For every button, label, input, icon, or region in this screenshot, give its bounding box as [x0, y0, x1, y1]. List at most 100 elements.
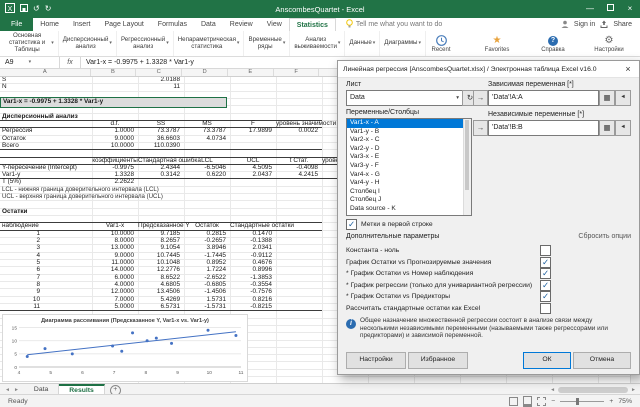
ribbon-group-dropdown[interactable]: Основная статистика и Таблицы▾: [0, 31, 59, 56]
list-scroll-thumb[interactable]: [465, 120, 469, 190]
sheet-cell[interactable]: 0.4676: [231, 259, 272, 266]
ribbon-tab-data[interactable]: Data: [194, 18, 223, 31]
independent-variable-field[interactable]: 'Data'!B:B: [488, 120, 599, 136]
sheet-cell[interactable]: коэффициенты: [92, 157, 138, 164]
sheet-cell[interactable]: 4.0734: [185, 135, 226, 142]
sheet-cell[interactable]: -1.3853: [231, 274, 272, 281]
sheet-cell[interactable]: 1.7224: [185, 266, 226, 273]
option-checkbox[interactable]: ✓: [540, 291, 551, 302]
labels-first-row-checkbox[interactable]: ✓: [346, 219, 357, 230]
page-layout-view-button[interactable]: [523, 396, 532, 407]
sheet-cell[interactable]: 1.0000: [93, 127, 134, 134]
sheet-cell[interactable]: уровень значимости: [276, 120, 322, 127]
dependent-variable-field[interactable]: 'Data'!A:A: [488, 90, 599, 106]
next-sheet-button[interactable]: ►: [14, 387, 19, 393]
restore-button[interactable]: [600, 0, 620, 18]
option-row[interactable]: Рассчитать стандартные остатки как Excel: [346, 303, 556, 314]
observation-number[interactable]: 3: [0, 244, 40, 251]
option-checkbox[interactable]: ✓: [540, 257, 551, 268]
sheet-cell[interactable]: 6.5731: [139, 303, 180, 310]
column-header-C[interactable]: C: [136, 68, 182, 76]
observation-number[interactable]: 7: [0, 274, 40, 281]
redo-button[interactable]: ↻: [45, 5, 52, 13]
sheet-cell[interactable]: Стандартная ошибка: [138, 157, 184, 164]
sheet-cell[interactable]: -0.6805: [185, 281, 226, 288]
sheet-cell[interactable]: 110.0390: [139, 142, 180, 149]
insert-function-button[interactable]: fx: [60, 56, 81, 68]
sign-in-link[interactable]: Sign in: [574, 21, 595, 28]
dependent-collapse-button[interactable]: ◄: [615, 90, 631, 106]
variable-item[interactable]: Столбец J: [347, 196, 471, 205]
scatter-chart[interactable]: Диаграмма рассеивания (Предсказанное Y, …: [2, 314, 248, 382]
independent-collapse-button[interactable]: ◄: [615, 120, 631, 136]
ribbon-icon-group-favorites[interactable]: ★Favorites: [482, 35, 512, 53]
sheet-cell[interactable]: -0.9112: [231, 252, 272, 259]
dialog-close-button[interactable]: ×: [617, 64, 639, 74]
sheet-cell[interactable]: Стандартные остатки: [230, 222, 276, 229]
variable-item[interactable]: Var2-x - C: [347, 136, 471, 145]
ribbon-group-dropdown[interactable]: Анализ выживаемости▾: [290, 31, 345, 56]
sheet-cell[interactable]: 9.1054: [139, 244, 180, 251]
dependent-range-picker-button[interactable]: ▦: [599, 90, 615, 106]
sheet-cell[interactable]: 8.6522: [139, 274, 180, 281]
sheet-cell[interactable]: 5.0000: [93, 303, 134, 310]
save-button[interactable]: [20, 4, 28, 14]
sheet-cell[interactable]: 12.0000: [93, 288, 134, 295]
sheet-cell[interactable]: 12.2776: [139, 266, 180, 273]
zoom-in-button[interactable]: +: [609, 398, 613, 405]
sheet-cell[interactable]: 0.2815: [185, 230, 226, 237]
list-scrollbar[interactable]: [463, 119, 471, 215]
sheet-cell[interactable]: 10.7445: [139, 252, 180, 259]
residuals-header[interactable]: наблюдение: [2, 222, 62, 229]
sheet-cell[interactable]: Предсказанное Y: [138, 222, 184, 229]
column-header-E[interactable]: E: [228, 68, 274, 76]
ribbon-group-dropdown[interactable]: Дисперсионный анализ▾: [59, 31, 117, 56]
zoom-slider-thumb[interactable]: [576, 398, 579, 405]
sheet-cell[interactable]: -0.9975: [93, 164, 134, 171]
observation-number[interactable]: 5: [0, 259, 40, 266]
sheet-cell[interactable]: 4.2415: [277, 171, 318, 178]
ribbon-tab-statistics[interactable]: Statistics: [289, 18, 336, 31]
observation-number[interactable]: 2: [0, 237, 40, 244]
observation-number[interactable]: 1: [0, 230, 40, 237]
sheet-cell[interactable]: 4.0000: [93, 281, 134, 288]
sheet-cell[interactable]: MS: [184, 120, 230, 127]
undo-button[interactable]: ↺: [33, 5, 40, 13]
sheet-cell[interactable]: 0.0022: [277, 127, 318, 134]
legend-text[interactable]: UCL - верхняя граница доверительного инт…: [2, 193, 302, 200]
sheet-cell[interactable]: 8.0000: [93, 237, 134, 244]
sheet-cell[interactable]: 14.0000: [93, 266, 134, 273]
sheet-cell[interactable]: 4.5095: [231, 164, 272, 171]
variable-item[interactable]: Var1-y - B: [347, 128, 471, 137]
cancel-button[interactable]: Отмена: [573, 352, 631, 369]
sheet-cell[interactable]: -0.2657: [185, 237, 226, 244]
sheet-cell[interactable]: 36.6603: [139, 135, 180, 142]
sheet-cell[interactable]: 73.3787: [139, 127, 180, 134]
variable-item[interactable]: Var4-x - G: [347, 171, 471, 180]
sheet-cell[interactable]: 0.3142: [139, 171, 180, 178]
sheet-cell[interactable]: 0.8996: [231, 266, 272, 273]
option-row[interactable]: * График Остатки vs Номер наблюдения✓: [346, 268, 556, 279]
ribbon-tab-review[interactable]: Review: [223, 18, 260, 31]
option-row[interactable]: График Остатки vs Прогнозируемые значени…: [346, 257, 556, 268]
option-row[interactable]: * График Остатки vs Предикторы✓: [346, 291, 556, 302]
ribbon-group-dropdown[interactable]: Диаграммы▾: [380, 31, 426, 56]
sheet-cell[interactable]: 3.8946: [185, 244, 226, 251]
ribbon-tab-file[interactable]: File: [0, 18, 33, 31]
ribbon-group-dropdown[interactable]: Регрессионный анализ▾: [117, 31, 174, 56]
sheet-cell[interactable]: -6.5046: [185, 164, 226, 171]
labels-first-row-option[interactable]: ✓ Метки в первой строке: [346, 219, 433, 230]
anova-title[interactable]: Дисперсионный анализ: [2, 113, 122, 120]
ribbon-icon-group-recent[interactable]: Recent: [426, 35, 456, 53]
tell-me-box[interactable]: Tell me what you want to do: [346, 18, 442, 31]
column-header-B[interactable]: B: [91, 68, 137, 76]
sheet-cell[interactable]: 1.3328: [93, 171, 134, 178]
variable-item[interactable]: Var3-x - E: [347, 153, 471, 162]
stat-label[interactable]: S: [2, 76, 82, 83]
close-button[interactable]: ×: [620, 0, 640, 18]
ribbon-tab-insert[interactable]: Insert: [66, 18, 98, 31]
sheet-cell[interactable]: UCL: [230, 157, 276, 164]
anova-row-label[interactable]: Всего: [2, 142, 90, 149]
note-label[interactable]: T (5%): [2, 178, 82, 185]
sheet-select[interactable]: Data ▾: [346, 90, 463, 106]
